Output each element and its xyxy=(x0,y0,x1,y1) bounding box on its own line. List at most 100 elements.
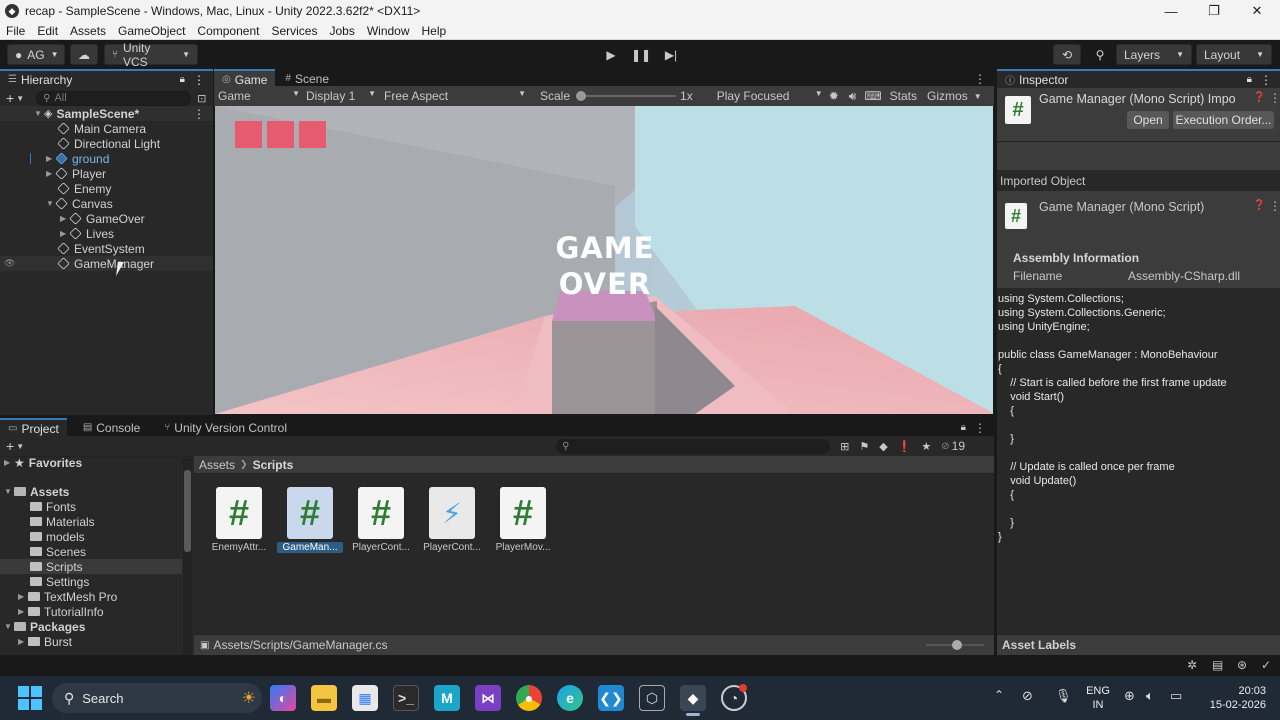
expand-icon[interactable]: ▼ xyxy=(4,622,14,631)
speaker-icon[interactable]: 🔊︎ xyxy=(849,89,857,104)
folder-fonts[interactable]: Fonts xyxy=(30,499,76,514)
close-button[interactable]: ✕ xyxy=(1234,0,1280,22)
folder-models[interactable]: models xyxy=(30,529,85,544)
menu-window[interactable]: Window xyxy=(361,24,416,38)
gizmos-button[interactable]: Gizmos xyxy=(927,89,968,103)
menu-gameobject[interactable]: GameObject xyxy=(112,24,191,38)
stats-button[interactable]: Stats xyxy=(890,89,917,103)
expand-icon[interactable]: ▼ xyxy=(4,487,14,496)
battery-icon[interactable]: ▭ xyxy=(1170,688,1182,704)
visual-studio-icon[interactable]: ⋈ xyxy=(475,685,501,711)
project-search[interactable]: ⚲ xyxy=(556,438,831,454)
folder-tutorialinfo[interactable]: ▶ TutorialInfo xyxy=(18,604,104,619)
maximize-button[interactable]: ❐ xyxy=(1191,0,1237,22)
more-icon[interactable]: ⋮ xyxy=(974,421,986,435)
play-button[interactable]: ▶ xyxy=(598,45,624,65)
hierarchy-item-gamemanager[interactable]: 👁︎ GameManager xyxy=(0,256,213,271)
add-icon[interactable]: + xyxy=(6,438,14,454)
tab-version-control[interactable]: ⑂ Unity Version Control xyxy=(156,418,295,437)
scale-slider[interactable] xyxy=(576,91,677,101)
expand-icon[interactable]: ▶ xyxy=(60,214,70,223)
lock-icon[interactable]: 🔒︎ xyxy=(1247,74,1252,85)
hierarchy-item-main-camera[interactable]: Main Camera xyxy=(0,121,213,136)
open-button[interactable]: Open xyxy=(1127,111,1169,129)
asset-labels-header[interactable]: Asset Labels xyxy=(997,634,1280,655)
tab-console[interactable]: ▤ Console xyxy=(75,418,148,437)
chevron-down-icon[interactable]: ▼ xyxy=(974,92,982,101)
icon-size-slider[interactable] xyxy=(926,640,984,650)
execution-order-button[interactable]: Execution Order... xyxy=(1173,111,1274,129)
search-by-type-icon[interactable]: ⊞ xyxy=(840,440,849,453)
hierarchy-item-player[interactable]: ▶ Player xyxy=(0,166,213,181)
progress-icon[interactable]: ✲ xyxy=(1187,658,1197,672)
folder-scenes[interactable]: Scenes xyxy=(30,544,86,559)
folder-materials[interactable]: Materials xyxy=(30,514,95,529)
clock[interactable]: 20:03 15-02-2026 xyxy=(1200,684,1266,712)
chevron-down-icon[interactable]: ▼ xyxy=(16,94,24,103)
favorites-row[interactable]: ▶ ★ Favorites xyxy=(4,455,82,470)
hierarchy-item-enemy[interactable]: Enemy xyxy=(0,181,213,196)
chevron-down-icon[interactable]: ▼ xyxy=(16,442,24,451)
breadcrumb-assets[interactable]: Assets xyxy=(199,458,235,472)
folder-textmeshpro[interactable]: ▶ TextMesh Pro xyxy=(18,589,117,604)
copilot-icon[interactable]: ◐ xyxy=(270,685,296,711)
asset-playercont-inputactions[interactable]: ⚡ PlayerCont... xyxy=(419,487,485,553)
store-icon[interactable]: ▦ xyxy=(352,685,378,711)
slider-handle[interactable] xyxy=(576,91,587,101)
hierarchy-search[interactable]: ⚲ All xyxy=(36,90,192,106)
assets-row[interactable]: ▼ Assets xyxy=(4,484,69,499)
game-viewport[interactable]: GAME OVER xyxy=(215,106,993,414)
more-icon[interactable]: ⋮ xyxy=(1260,73,1272,87)
breadcrumb-scripts[interactable]: Scripts xyxy=(253,458,294,472)
visibility-icon[interactable]: 👁︎ xyxy=(4,258,15,269)
tag-icon[interactable]: ◆ xyxy=(879,440,887,453)
file-explorer-icon[interactable]: ▬ xyxy=(311,685,337,711)
hierarchy-item-canvas[interactable]: ▼ Canvas xyxy=(0,196,213,211)
help-icon[interactable]: ❓ xyxy=(1253,92,1265,103)
tab-inspector[interactable]: ⓘ Inspector 🔒︎ ⋮ xyxy=(997,69,1280,88)
debug-icon[interactable]: ⊛ xyxy=(1237,658,1247,672)
account-dropdown[interactable]: ● AG ▼ xyxy=(7,44,65,65)
hierarchy-item-gameover[interactable]: ▶ GameOver xyxy=(0,211,213,226)
tree-scrollbar[interactable] xyxy=(183,458,192,655)
lock-icon[interactable]: 🔒︎ xyxy=(180,74,185,85)
scene-row[interactable]: ▼ ◈ SampleScene* ⋮ xyxy=(0,106,213,121)
cloud-button[interactable]: ☁ xyxy=(70,44,98,65)
more-icon[interactable]: ⋮ xyxy=(193,73,205,87)
keyboard-icon[interactable]: ⌨ xyxy=(864,89,881,103)
menu-services[interactable]: Services xyxy=(265,24,323,38)
expand-icon[interactable]: ▼ xyxy=(46,199,56,208)
menu-assets[interactable]: Assets xyxy=(64,24,112,38)
search-button[interactable]: ⚲ xyxy=(1087,44,1113,65)
filter-icon[interactable]: ⊡ xyxy=(197,92,206,105)
menu-edit[interactable]: Edit xyxy=(31,24,64,38)
language-indicator[interactable]: ENG IN xyxy=(1085,684,1111,712)
more-icon[interactable]: ⋮ xyxy=(1269,91,1280,105)
history-button[interactable]: ⟲ xyxy=(1053,44,1081,65)
expand-icon[interactable]: ▶ xyxy=(60,229,70,238)
expand-icon[interactable]: ▶ xyxy=(46,154,56,163)
globe-icon[interactable]: ⊕ xyxy=(1124,688,1135,704)
terminal-icon[interactable]: >_ xyxy=(393,685,419,711)
layers-dropdown[interactable]: Layers ▼ xyxy=(1116,44,1192,65)
camera-off-icon[interactable]: ⊘ xyxy=(1022,688,1033,704)
packages-row[interactable]: ▼ Packages xyxy=(4,619,85,634)
star-icon[interactable]: ★ xyxy=(921,440,931,453)
expand-icon[interactable]: ▶ xyxy=(18,607,28,616)
step-button[interactable]: ▶| xyxy=(658,45,684,65)
slider-handle[interactable] xyxy=(952,640,962,650)
hierarchy-item-lives[interactable]: ▶ Lives xyxy=(0,226,213,241)
chevron-up-icon[interactable]: ⌃ xyxy=(994,688,1004,702)
vcs-dropdown[interactable]: ⑂ Unity VCS ▼ xyxy=(104,41,198,69)
expand-icon[interactable]: ▼ xyxy=(34,109,44,118)
display-dropdown[interactable]: Display 1 ▼ xyxy=(300,89,376,103)
expand-icon[interactable]: ▶ xyxy=(18,592,28,601)
lock-icon[interactable]: 🔒︎ xyxy=(961,422,966,433)
hidden-packages-icon[interactable]: ⊘ xyxy=(941,441,949,452)
scrollbar-thumb[interactable] xyxy=(184,470,191,552)
more-icon[interactable]: ⋮ xyxy=(193,107,205,121)
expand-icon[interactable]: ▶ xyxy=(4,458,14,467)
menu-file[interactable]: File xyxy=(0,24,31,38)
asset-playermov[interactable]: # PlayerMov... xyxy=(490,487,556,553)
volume-icon[interactable]: 🔈︎ xyxy=(1146,688,1154,704)
